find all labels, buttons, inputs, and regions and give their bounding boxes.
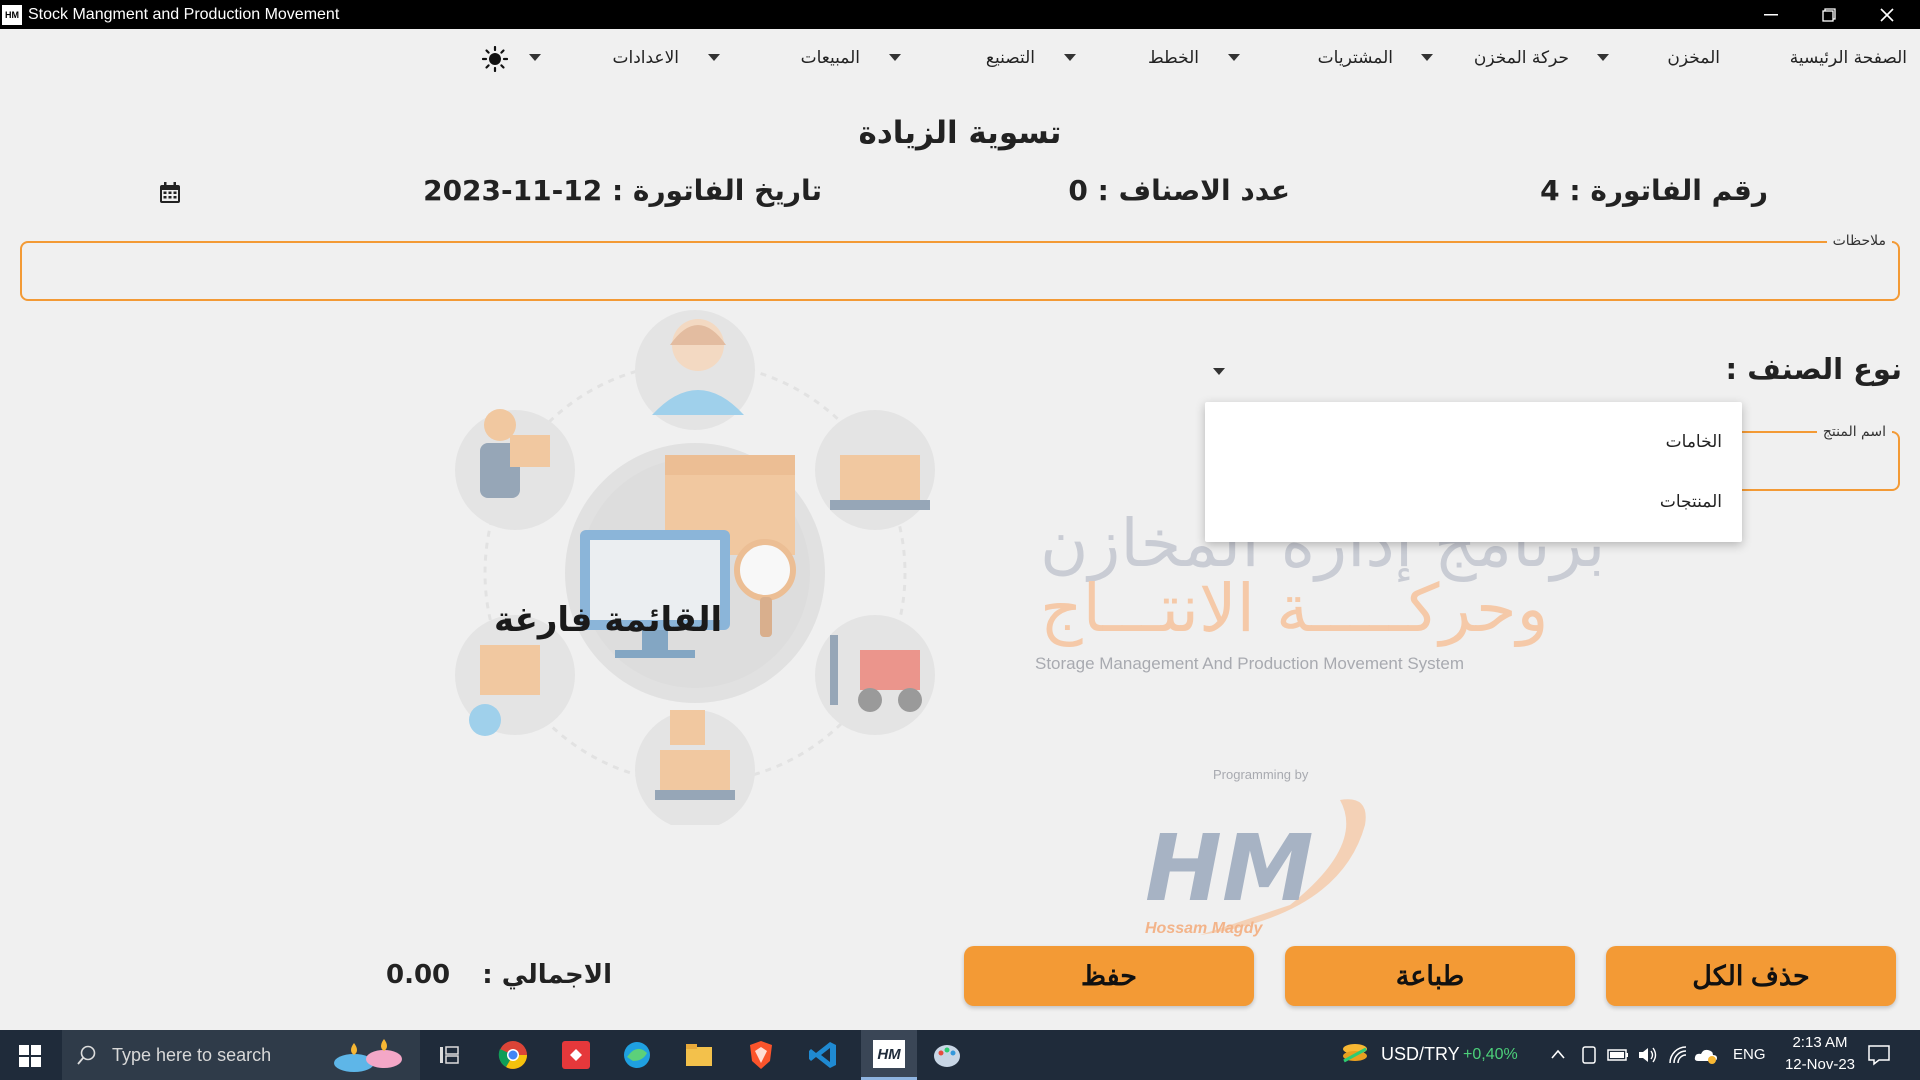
edge-icon[interactable] (621, 1039, 653, 1071)
chevron-down-icon[interactable] (1228, 54, 1240, 61)
page-title: تسوية الزيادة (858, 115, 1062, 151)
ticker-symbol[interactable]: USD/TRY (1381, 1044, 1460, 1065)
app-icon: HM (2, 4, 22, 25)
search-icon (77, 1045, 96, 1065)
print-button[interactable]: طباعة (1285, 946, 1575, 1006)
minimize-button[interactable] (1742, 0, 1800, 29)
watermark-english: Storage Management And Production Moveme… (1035, 654, 1465, 673)
device-icon[interactable] (1580, 1045, 1598, 1065)
programming-by-label: Programming by (1213, 767, 1309, 782)
notifications-icon[interactable] (1867, 1044, 1891, 1066)
paint-icon[interactable] (931, 1039, 963, 1071)
calendar-icon[interactable] (158, 181, 182, 205)
dropdown-option-products[interactable]: المنتجات (1660, 492, 1722, 512)
menu-stock-movement[interactable]: حركة المخزن (1474, 40, 1569, 76)
taskbar-search-input[interactable]: Type here to search (62, 1030, 420, 1080)
chevron-down-icon[interactable] (889, 54, 901, 61)
volume-icon[interactable] (1637, 1045, 1659, 1065)
taskbar: Type here to search HM USD/TRY +0,40% EN… (0, 1030, 1920, 1080)
restore-icon (1822, 7, 1836, 22)
taskbar-app-active[interactable]: HM (861, 1030, 917, 1080)
menu-sales[interactable]: المبيعات (801, 40, 860, 76)
author-name: Hossam Magdy (1145, 920, 1263, 937)
menu-manufacturing[interactable]: التصنيع (986, 40, 1035, 76)
chevron-down-icon[interactable] (529, 54, 541, 61)
vscode-icon[interactable] (807, 1039, 839, 1071)
restore-button[interactable] (1800, 0, 1858, 29)
task-view-icon[interactable] (438, 1043, 462, 1067)
ticker-change[interactable]: +0,40% (1463, 1046, 1518, 1064)
save-button[interactable]: حفظ (964, 946, 1254, 1006)
close-icon (1880, 7, 1894, 22)
notes-field[interactable] (20, 241, 1900, 301)
close-button[interactable] (1858, 0, 1916, 29)
menu-bar: الصفحة الرئيسية المخزن حركة المخزن المشت… (0, 40, 1920, 76)
clock-date[interactable]: 12-Nov-23 (1775, 1056, 1865, 1073)
product-name-label: اسم المنتج (1816, 424, 1892, 440)
search-placeholder: Type here to search (112, 1044, 272, 1065)
menu-home[interactable]: الصفحة الرئيسية (1790, 40, 1907, 76)
hm-logo-text: HM (1145, 815, 1314, 922)
window-title: Stock Mangment and Production Movement (28, 5, 340, 23)
chevron-down-icon[interactable] (1597, 54, 1609, 61)
warehouse-illustration (455, 310, 935, 825)
title-bar: HM Stock Mangment and Production Movemen… (0, 0, 1920, 29)
hm-logo: HM Hossam Magdy (1145, 799, 1366, 937)
item-type-dropdown-menu: الخامات المنتجات (1205, 402, 1742, 542)
empty-list-message: القائمة فارغة (494, 600, 723, 640)
menu-settings[interactable]: الاعدادات (612, 40, 679, 76)
chevron-down-icon[interactable] (708, 54, 720, 61)
anydesk-icon[interactable] (560, 1039, 592, 1071)
battery-icon[interactable] (1607, 1047, 1629, 1063)
windows-start-icon[interactable] (19, 1045, 41, 1067)
product-name-field[interactable] (1730, 431, 1900, 491)
chevron-down-icon[interactable] (1421, 54, 1433, 61)
total-label: الاجمالي : (482, 960, 613, 990)
language-indicator[interactable]: ENG (1733, 1046, 1766, 1063)
item-count: عدد الاصناف : 0 (1068, 174, 1290, 207)
clock-time[interactable]: 2:13 AM (1780, 1034, 1860, 1051)
theme-toggle-sun-icon[interactable] (482, 46, 508, 72)
notes-label: ملاحظات (1826, 233, 1892, 249)
menu-purchases[interactable]: المشتريات (1318, 40, 1393, 76)
delete-all-button[interactable]: حذف الكل (1606, 946, 1896, 1006)
currency-coins-icon (1343, 1044, 1367, 1063)
invoice-number: رقم الفاتورة : 4 (1540, 174, 1768, 207)
watermark-arabic-line2: وحركـــــة الانتـــاج (1040, 570, 1549, 647)
chevron-down-icon[interactable] (1064, 54, 1076, 61)
onedrive-icon[interactable] (1694, 1045, 1718, 1065)
item-type-dropdown-chevron-icon[interactable] (1213, 368, 1225, 375)
dropdown-option-raw-materials[interactable]: الخامات (1666, 432, 1722, 452)
hm-app-icon: HM (873, 1040, 905, 1068)
total-value: 0.00 (386, 960, 451, 990)
wifi-icon[interactable] (1668, 1045, 1688, 1065)
minimize-icon (1764, 13, 1778, 15)
item-type-label: نوع الصنف : (1725, 352, 1902, 386)
chrome-icon[interactable] (497, 1039, 529, 1071)
total: 0.00 الاجمالي : (386, 960, 612, 990)
invoice-date: تاريخ الفاتورة : 12-11-2023 (423, 174, 822, 207)
brave-icon[interactable] (745, 1039, 777, 1071)
chevron-up-icon[interactable] (1550, 1048, 1566, 1060)
file-explorer-icon[interactable] (683, 1039, 715, 1071)
menu-plans[interactable]: الخطط (1148, 40, 1199, 76)
diwali-lamps-icon (334, 1039, 402, 1072)
menu-warehouse[interactable]: المخزن (1667, 40, 1720, 76)
